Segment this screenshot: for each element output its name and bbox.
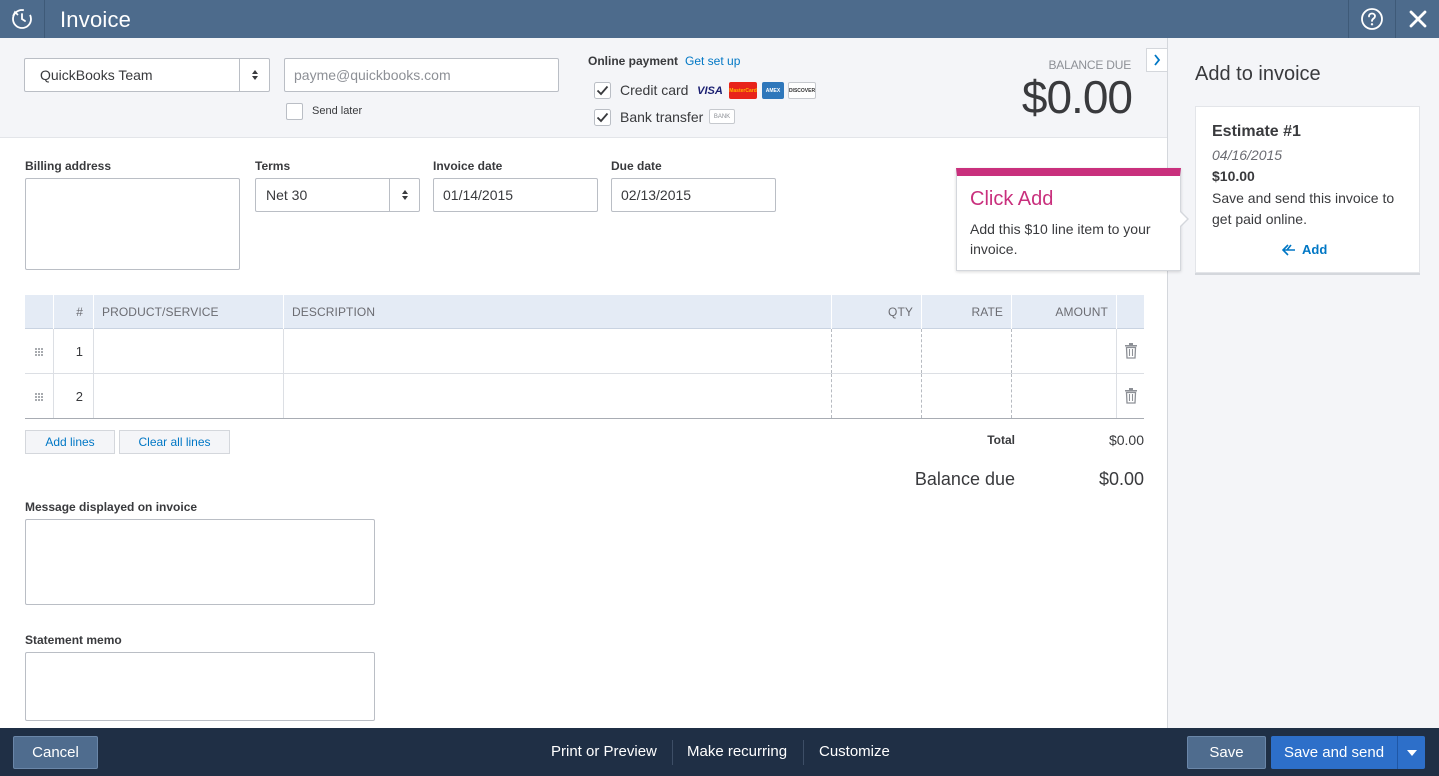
terms-label: Terms (255, 159, 291, 173)
click-add-tooltip: Click Add Add this $10 line item to your… (956, 168, 1189, 271)
col-header-num: # (76, 305, 83, 319)
customer-select[interactable]: QuickBooks Team (24, 58, 270, 92)
terms-select-value: Net 30 (266, 187, 308, 203)
message-label: Message displayed on invoice (25, 500, 198, 514)
header-divider (1348, 0, 1349, 38)
tooltip-title: Click Add (970, 188, 1054, 210)
customize-link[interactable]: Customize (819, 743, 890, 760)
estimate-amount: $10.00 (1212, 168, 1255, 184)
make-recurring-link[interactable]: Make recurring (687, 743, 787, 760)
invoice-date-value: 01/14/2015 (443, 187, 514, 203)
statement-memo-label: Statement memo (25, 633, 122, 647)
due-date-input[interactable]: 02/13/2015 (611, 178, 776, 212)
arrow-left-icon (1282, 243, 1295, 256)
page-title: Invoice (60, 7, 132, 32)
credit-card-checkbox[interactable] (594, 82, 611, 99)
bank-transfer-label: Bank transfer (620, 109, 704, 125)
chevron-right-icon (1154, 54, 1161, 66)
estimate-description: Save and send this invoice to get paid o… (1212, 190, 1395, 227)
select-arrows-icon (239, 59, 269, 91)
col-header-qty: QTY (888, 305, 913, 319)
invoice-date-input[interactable]: 01/14/2015 (433, 178, 598, 212)
add-estimate-label: Add (1302, 242, 1328, 257)
estimate-date: 04/16/2015 (1212, 147, 1283, 163)
footer-bar: Cancel Print or Preview Make recurring C… (0, 728, 1439, 776)
table-header: # PRODUCT/SERVICE DESCRIPTION QTY RATE A… (25, 295, 1144, 329)
trash-icon[interactable] (1125, 388, 1137, 404)
refresh-circle-icon[interactable] (10, 7, 34, 31)
app-header: Invoice (0, 0, 1439, 38)
customer-email-placeholder: payme@quickbooks.com (294, 67, 451, 83)
print-preview-link[interactable]: Print or Preview (551, 743, 657, 760)
balance-due-footer-value: $0.00 (1098, 469, 1144, 489)
header-divider (1395, 0, 1396, 38)
select-arrows-icon (389, 179, 419, 211)
col-header-rate: RATE (971, 305, 1003, 319)
cancel-button[interactable]: Cancel (13, 736, 98, 769)
discover-logo: DISCOVER (788, 82, 816, 99)
balance-due-footer-label: Balance due (914, 469, 1015, 489)
add-estimate-button[interactable]: Add (1282, 242, 1327, 257)
balance-due-amount: $0.00 (1021, 71, 1133, 123)
panel-title: Add to invoice (1195, 63, 1321, 85)
collapse-panel-button[interactable] (1146, 48, 1167, 72)
row-number: 2 (75, 388, 83, 404)
clear-all-lines-button[interactable]: Clear all lines (119, 430, 230, 454)
col-header-amount: AMOUNT (1055, 305, 1108, 319)
due-date-value: 02/13/2015 (621, 187, 692, 203)
total-value: $0.00 (1108, 432, 1144, 448)
terms-select[interactable]: Net 30 (255, 178, 420, 212)
visa-logo: VISA (697, 84, 723, 97)
trash-icon[interactable] (1125, 343, 1137, 359)
col-header-description: DESCRIPTION (292, 305, 376, 319)
save-button[interactable]: Save (1187, 736, 1266, 769)
row-number: 1 (75, 343, 83, 359)
add-to-invoice-panel: Add to invoice Estimate #1 04/16/2015 $1… (1167, 38, 1439, 728)
help-icon[interactable] (1360, 7, 1384, 31)
customer-select-value: QuickBooks Team (40, 67, 153, 83)
statement-memo-input[interactable] (25, 652, 375, 721)
bank-transfer-checkbox[interactable] (594, 109, 611, 126)
caret-down-icon (1406, 749, 1417, 756)
save-and-send-dropdown[interactable] (1397, 736, 1425, 769)
billing-address-label: Billing address (25, 159, 112, 173)
mastercard-logo: MasterCard (729, 82, 757, 99)
add-lines-button[interactable]: Add lines (25, 430, 115, 454)
send-later-checkbox[interactable] (286, 103, 303, 120)
tooltip-body: Add this $10 line item to your invoice. (970, 221, 1151, 257)
billing-address-input[interactable] (25, 178, 240, 270)
estimate-card: Estimate #1 04/16/2015 $10.00 Save and s… (1195, 106, 1420, 273)
drag-handle-icon[interactable] (34, 392, 44, 402)
customer-email-input[interactable]: payme@quickbooks.com (284, 58, 559, 92)
drag-handle-icon[interactable] (34, 347, 44, 357)
save-and-send-button[interactable]: Save and send (1271, 736, 1397, 769)
online-payment-label: Online payment (588, 54, 679, 68)
estimate-title: Estimate #1 (1212, 123, 1301, 140)
bank-logo: BANK (709, 109, 735, 124)
close-icon[interactable] (1406, 7, 1430, 31)
get-set-up-link[interactable]: Get set up (685, 54, 740, 68)
due-date-label: Due date (611, 159, 662, 173)
send-later-label: Send later (312, 105, 363, 117)
message-input[interactable] (25, 519, 375, 605)
invoice-date-label: Invoice date (433, 159, 503, 173)
total-label: Total (987, 433, 1015, 447)
credit-card-label: Credit card (620, 82, 689, 98)
amex-logo: AMEX (762, 82, 784, 99)
table-row[interactable]: 2 (25, 374, 1144, 419)
col-header-product: PRODUCT/SERVICE (102, 305, 219, 319)
table-row[interactable]: 1 (25, 329, 1144, 374)
header-divider (44, 0, 45, 38)
